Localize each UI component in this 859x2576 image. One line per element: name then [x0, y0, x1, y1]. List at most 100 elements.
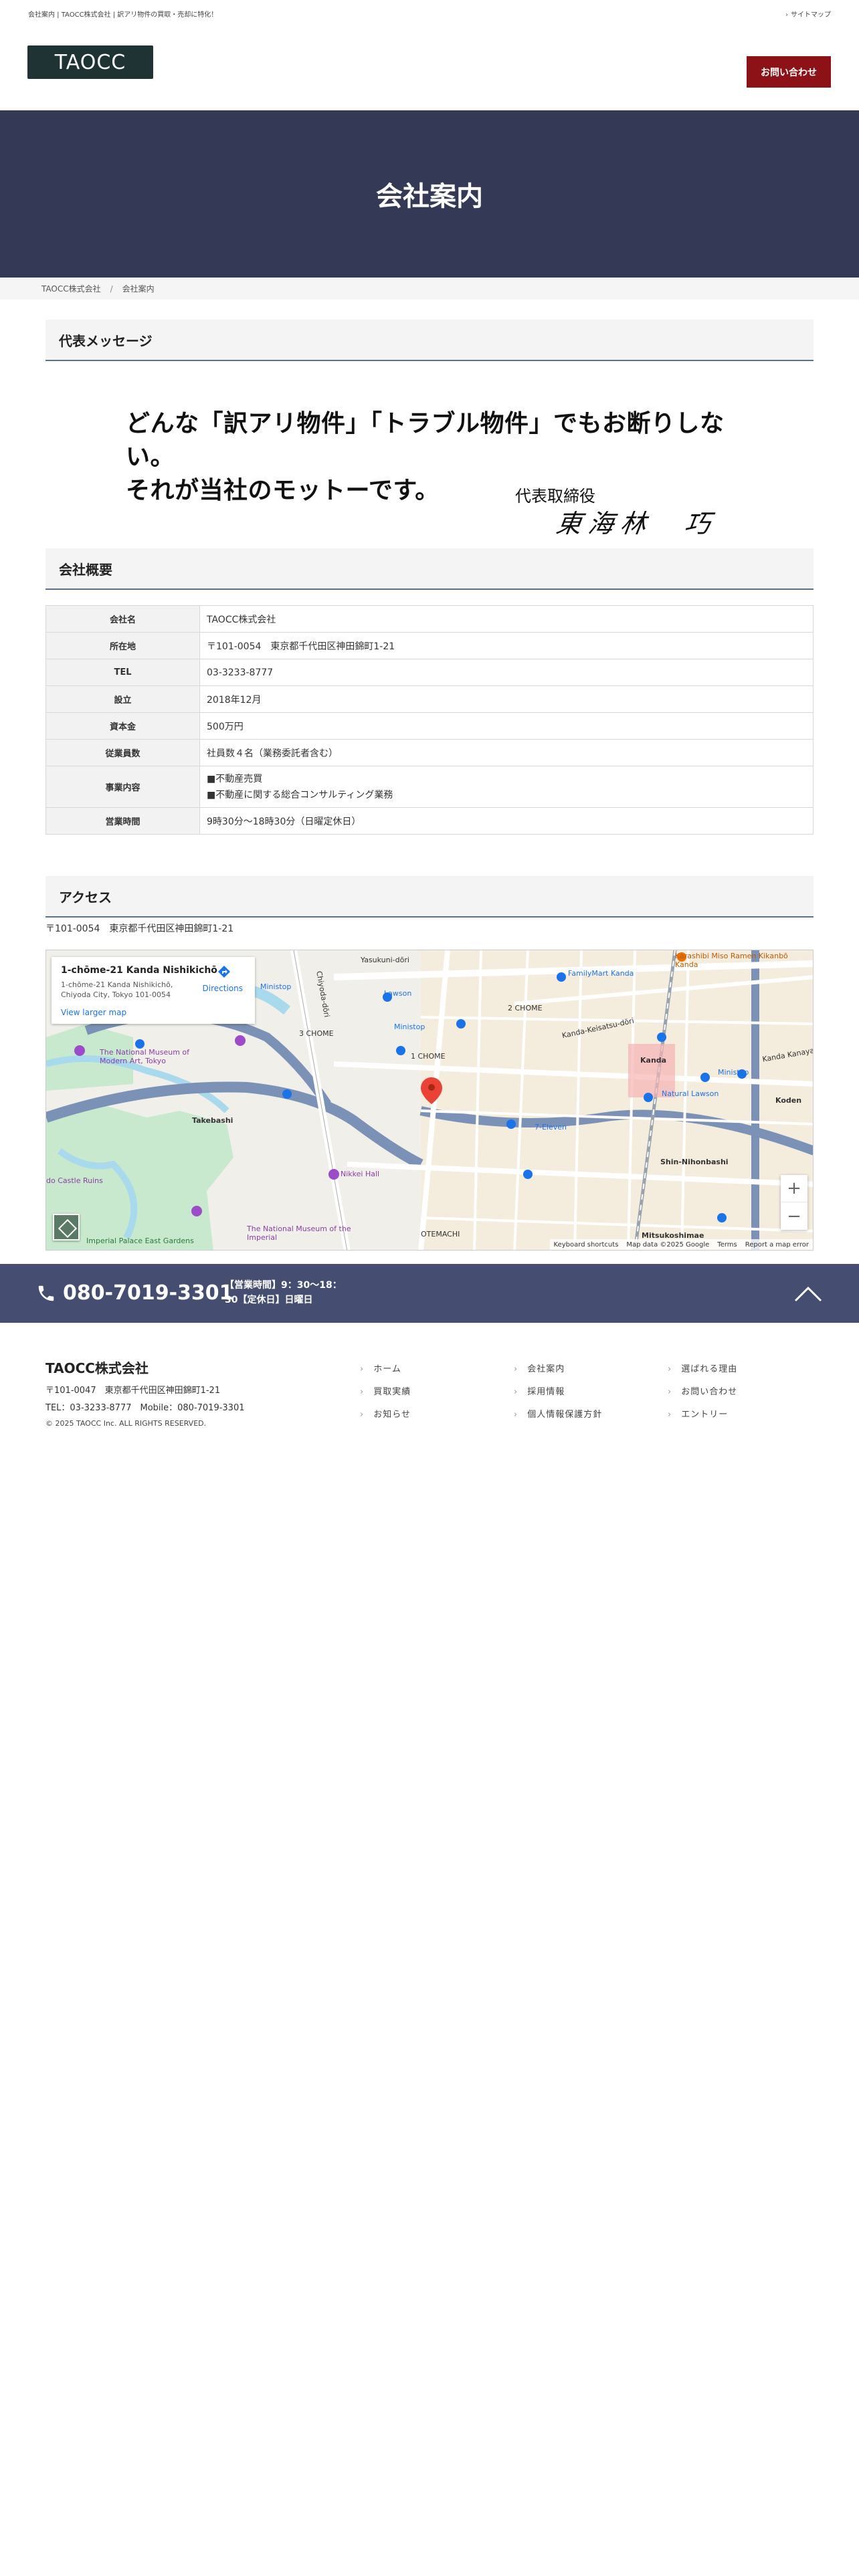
hours-line-2: 30【定休日】日曜日 [225, 1295, 313, 1305]
map-label-seven-eleven: 7-Eleven [535, 1123, 567, 1132]
footer-link-contact[interactable]: › お問い合わせ [668, 1384, 737, 1397]
row-value: 500万円 [199, 712, 814, 740]
chevron-right-icon: › [668, 1410, 672, 1420]
footer-link-label: 買取実績 [373, 1387, 411, 1397]
footer-link-label: 採用情報 [527, 1387, 565, 1397]
sitemap-label: サイトマップ [791, 11, 831, 19]
map-layers-button[interactable] [53, 1214, 80, 1241]
zoom-out-button[interactable]: − [781, 1202, 807, 1230]
map-label-takebashi: Takebashi [192, 1116, 233, 1125]
row-value: TAOCC株式会社 [199, 605, 814, 633]
map-label-2-chome: 2 CHOME [508, 1004, 543, 1012]
table-row: 資本金 500万円 [45, 712, 814, 740]
chevron-right-icon: › [668, 1387, 672, 1397]
page-hero: 会社案内 [0, 110, 859, 278]
map-label-1-chome: 1 CHOME [411, 1052, 446, 1061]
message-line-2: それが当社のモットーです。 [126, 476, 440, 504]
row-label: 営業時間 [45, 807, 200, 835]
map-label-imperial-gardens: Imperial Palace East Gardens [86, 1237, 194, 1245]
row-label: 事業内容 [45, 766, 200, 808]
chevron-right-icon: › [360, 1410, 365, 1420]
row-value: 2018年12月 [199, 685, 814, 713]
map-label-lawson: Lawson [384, 989, 412, 998]
logo-text: TAOCC [54, 50, 126, 74]
business-line-1: ■不動産売買 [207, 773, 263, 784]
access-heading: アクセス [45, 876, 814, 918]
map-data-label: Map data ©2025 Google [626, 1241, 710, 1249]
map-label-ministop: Ministop [394, 1023, 425, 1031]
keyboard-shortcuts-link[interactable]: Keyboard shortcuts [554, 1241, 619, 1249]
ceo-signature: 東海林 巧 [554, 509, 719, 538]
footer-link-results[interactable]: › 買取実績 [360, 1384, 411, 1397]
row-label: TEL [45, 659, 200, 686]
phone-bar: 080-7019-3301 【営業時間】9：30〜18： 30【定休日】日曜日 [0, 1264, 859, 1323]
chevron-right-icon: › [668, 1364, 672, 1374]
row-label: 所在地 [45, 632, 200, 659]
table-row: 会社名 TAOCC株式会社 [45, 605, 814, 633]
footer-link-news[interactable]: › お知らせ [360, 1407, 411, 1420]
message-heading: 代表メッセージ [45, 320, 814, 361]
breadcrumb-separator: / [110, 284, 113, 294]
contact-button[interactable]: お問い合わせ [747, 56, 831, 88]
map-label-ministop: Ministop [260, 982, 292, 991]
map-label-nikkei-hall: Nikkei Hall [341, 1170, 380, 1178]
place-name: 1-chōme-21 Kanda Nishikichō [61, 965, 217, 976]
zoom-in-button[interactable]: + [781, 1175, 807, 1202]
phone-icon [36, 1283, 56, 1303]
footer-link-reasons[interactable]: › 選ばれる理由 [668, 1362, 737, 1374]
map-zoom-control: + − [781, 1175, 807, 1230]
phone-number-link[interactable]: 080-7019-3301 [63, 1281, 233, 1305]
map-label-karashibi: Karashibi Miso Ramen Kikanbō Kanda [675, 952, 788, 969]
sitemap-link[interactable]: › サイトマップ [785, 9, 831, 19]
overview-heading: 会社概要 [45, 548, 814, 590]
google-map[interactable]: Lawson FamilyMart Kanda Ministop Ministo… [45, 950, 814, 1251]
site-logo[interactable]: TAOCC [27, 45, 153, 79]
footer-company-name: TAOCC株式会社 [45, 1360, 149, 1376]
business-line-2: ■不動産に関する総合コンサルティング業務 [207, 789, 393, 800]
directions-icon[interactable] [217, 965, 231, 978]
row-value: 〒101-0054 東京都千代田区神田錦町1-21 [199, 632, 814, 659]
view-larger-map-link[interactable]: View larger map [61, 1008, 126, 1017]
map-label-otemachi: OTEMACHI [421, 1230, 460, 1239]
row-value: 社員数４名（業務委託者含む） [199, 739, 814, 766]
breadcrumb: TAOCC株式会社 / 会社案内 [0, 278, 859, 300]
map-label-3-chome: 3 CHOME [299, 1029, 334, 1038]
chevron-right-icon: › [514, 1364, 518, 1374]
ceo-message: どんな「訳アリ物件」「トラブル物件」でもお断りしない。 それが当社のモットーです… [126, 407, 728, 507]
footer-address: 〒101-0047 東京都千代田区神田錦町1-21 [45, 1386, 221, 1396]
footer-link-privacy[interactable]: › 個人情報保護方針 [514, 1407, 602, 1420]
map-label-koden: Koden [775, 1096, 802, 1105]
table-row: 設立 2018年12月 [45, 685, 814, 713]
footer-link-label: ホーム [373, 1364, 401, 1374]
company-overview-table: 会社名 TAOCC株式会社 所在地 〒101-0054 東京都千代田区神田錦町1-2… [45, 605, 814, 835]
breadcrumb-home[interactable]: TAOCC株式会社 [41, 283, 101, 294]
map-label-yasukuni-dori: Yasukuni-dōri [361, 956, 409, 964]
chevron-right-icon: › [514, 1410, 518, 1420]
footer-link-home[interactable]: › ホーム [360, 1362, 401, 1374]
terms-link[interactable]: Terms [717, 1241, 737, 1249]
hours-line-1: 【営業時間】9：30〜18： [225, 1280, 342, 1291]
chevron-right-icon: › [514, 1387, 518, 1397]
map-label-kanda-station: Kanda [640, 1056, 667, 1065]
back-to-top-chevron-up-icon[interactable] [793, 1284, 823, 1304]
place-address: 1-chōme-21 Kanda Nishikichō, Chiyoda Cit… [61, 980, 173, 999]
page-title: 会社案内 [376, 181, 483, 212]
footer-link-label: お知らせ [373, 1410, 411, 1420]
row-label: 会社名 [45, 605, 200, 633]
directions-link[interactable]: Directions [203, 984, 243, 993]
report-error-link[interactable]: Report a map error [745, 1241, 809, 1249]
footer-link-recruit[interactable]: › 採用情報 [514, 1384, 565, 1397]
top-strip: 会社案内 | TAOCC株式会社 | 訳アリ物件の買取・売却に特化！ › サイトマ… [0, 0, 859, 27]
footer-link-label: 選ばれる理由 [681, 1364, 738, 1374]
map-label-familymart: FamilyMart Kanda [568, 969, 634, 978]
footer-link-label: お問い合わせ [681, 1387, 738, 1397]
map-label-museum: The National Museum of Modern Art, Tokyo [100, 1048, 190, 1065]
map-label-imperial-museum: The National Museum of the Imperial [247, 1224, 351, 1242]
footer-link-company[interactable]: › 会社案内 [514, 1362, 565, 1374]
table-row: 従業員数 社員数４名（業務委託者含む） [45, 739, 814, 766]
row-label: 設立 [45, 685, 200, 713]
footer-link-entry[interactable]: › エントリー [668, 1407, 728, 1420]
table-row: TEL 03-3233-8777 [45, 659, 814, 686]
chevron-right-icon: › [360, 1387, 365, 1397]
footer-link-label: 会社案内 [527, 1364, 565, 1374]
